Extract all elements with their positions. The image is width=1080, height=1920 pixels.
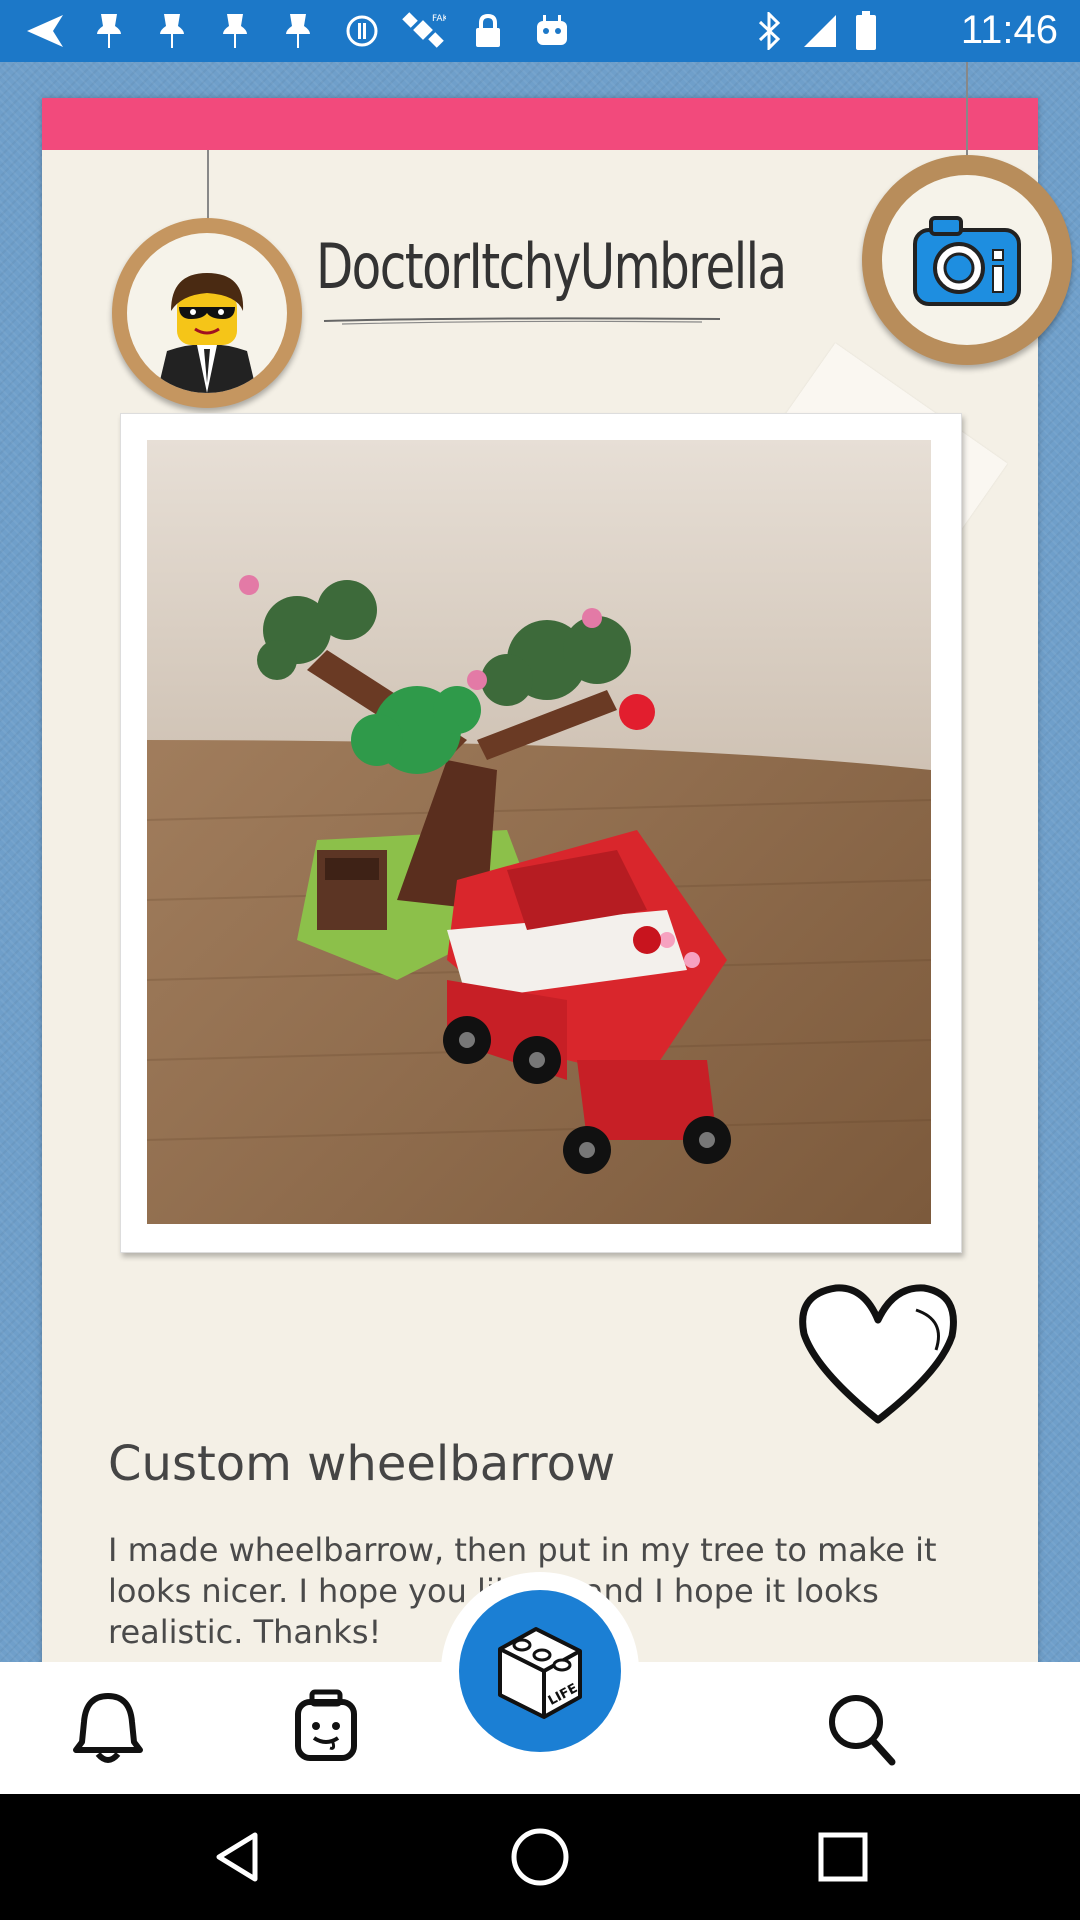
user-avatar[interactable] <box>112 218 302 408</box>
system-navigation-bar <box>0 1794 1080 1920</box>
minifigure-avatar-icon <box>127 233 287 393</box>
satellite-icon: FAKE <box>400 11 448 51</box>
back-arrow-icon <box>22 11 68 51</box>
post-photo-frame <box>120 413 962 1253</box>
avatar-button[interactable] <box>280 1682 372 1774</box>
life-home-button[interactable]: LIFE <box>441 1572 639 1770</box>
pin-icon <box>155 11 189 51</box>
post-title: Custom wheelbarrow <box>108 1436 616 1492</box>
camera-string <box>966 62 968 162</box>
home-circle-icon[interactable] <box>505 1822 575 1892</box>
app-screen: FAKE 11:46 <box>0 0 1080 1920</box>
post-photo[interactable] <box>147 440 931 1224</box>
battery-icon <box>852 11 880 51</box>
bell-icon <box>73 1693 143 1763</box>
minifigure-head-icon <box>295 1689 357 1761</box>
card-header-band <box>42 98 1038 150</box>
lock-icon <box>470 11 506 51</box>
back-triangle-icon[interactable] <box>202 1822 272 1892</box>
pin-icon <box>92 11 126 51</box>
notifications-button[interactable] <box>62 1682 154 1774</box>
svg-text:FAKE: FAKE <box>432 14 446 24</box>
heart-icon[interactable] <box>796 1280 960 1428</box>
username-underline <box>323 317 721 325</box>
username[interactable]: DoctorItchyUmbrella <box>316 230 787 303</box>
search-icon <box>829 1695 896 1766</box>
android-icon <box>532 11 572 51</box>
search-button[interactable] <box>816 1682 908 1774</box>
avatar-string <box>207 150 209 222</box>
signal-icon <box>800 11 840 51</box>
lego-life-icon: LIFE <box>498 1627 582 1719</box>
alert-icon <box>342 11 382 51</box>
bluetooth-icon <box>752 11 788 51</box>
pin-icon <box>218 11 252 51</box>
pin-icon <box>281 11 315 51</box>
camera-button[interactable] <box>862 155 1072 365</box>
status-bar: FAKE 11:46 <box>0 0 1080 62</box>
recents-square-icon[interactable] <box>808 1822 878 1892</box>
camera-icon <box>913 216 1021 306</box>
status-time: 11:46 <box>960 8 1058 52</box>
